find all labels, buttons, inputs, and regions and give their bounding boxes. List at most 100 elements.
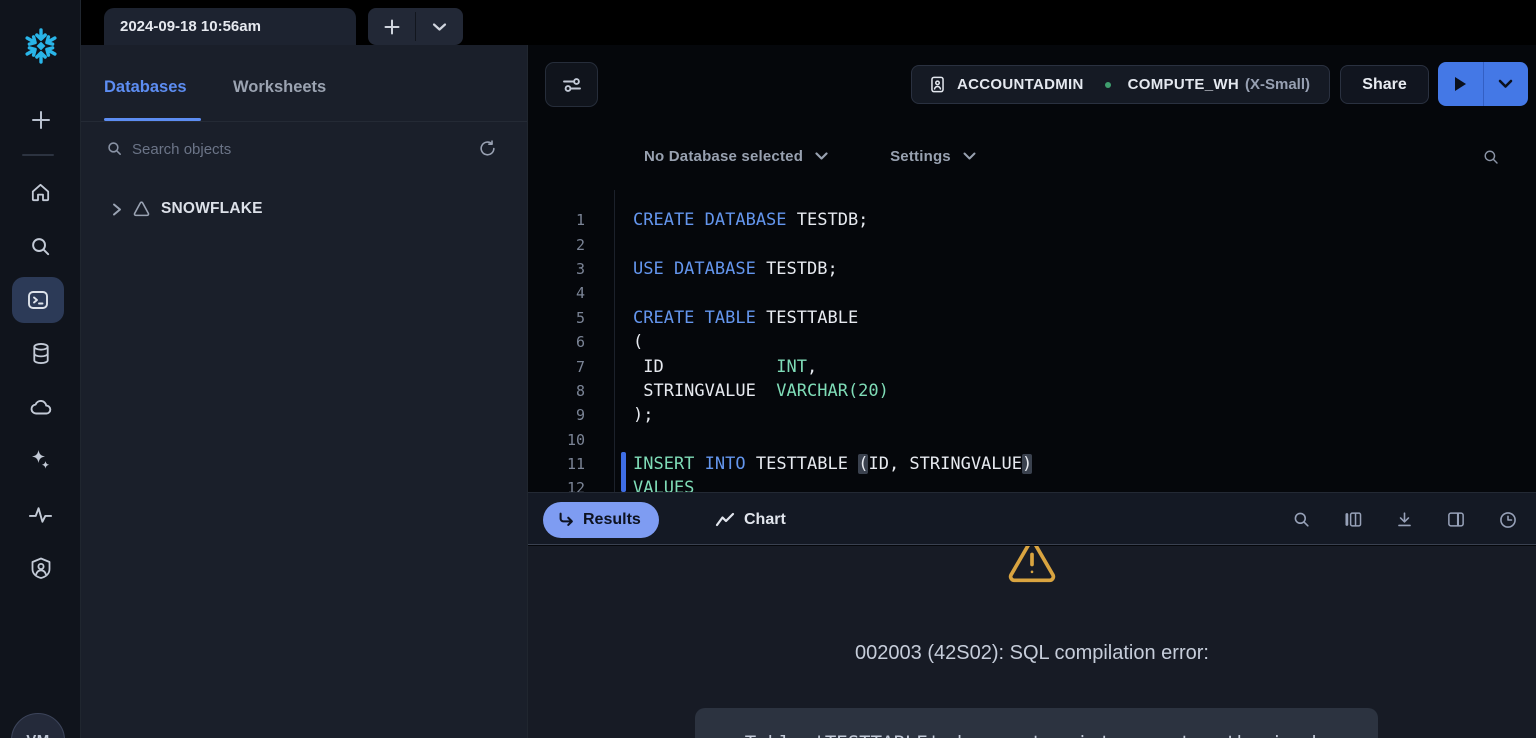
object-search [81, 133, 527, 167]
code-line: 4 [528, 281, 1536, 305]
warning-icon-wrap [528, 546, 1536, 585]
code-line: 9); [528, 403, 1536, 427]
code-line: 12 VALUES [528, 476, 1536, 492]
editor-column: ACCOUNTADMIN COMPUTE_WH (X-Small) Share … [528, 45, 1536, 738]
line-number: 10 [528, 431, 585, 449]
error-message-box: Table 'TESTTABLE' does not exist or not … [695, 708, 1378, 738]
code-line: 5 CREATE TABLE TESTTABLE [528, 306, 1536, 330]
chevron-down-icon [815, 152, 828, 161]
download-icon [1395, 510, 1414, 529]
history-clock-icon [1498, 510, 1518, 530]
database-object-icon [131, 199, 152, 220]
code-line-text: USE DATABASE TESTDB; [633, 259, 838, 279]
line-number: 7 [528, 358, 585, 376]
tab-bar: 2024-09-18 10:56am [81, 0, 1536, 45]
line-number: 8 [528, 382, 585, 400]
line-number: 11 [528, 455, 585, 473]
chevron-down-icon [432, 22, 447, 32]
activity-icon [28, 504, 53, 526]
settings-dropdown[interactable]: Settings [890, 148, 976, 165]
code-line-text: ID INT, [633, 357, 817, 377]
layout-split-icon [1446, 510, 1466, 529]
code-line-text: ); [633, 405, 653, 425]
tree-item-label: SNOWFLAKE [161, 200, 263, 218]
code-line-text: CREATE DATABASE TESTDB; [633, 210, 868, 230]
results-search-button[interactable] [1292, 510, 1311, 529]
database-selector[interactable]: No Database selected [644, 148, 828, 165]
home-icon [29, 181, 52, 204]
code-line-text: CREATE TABLE TESTTABLE [633, 308, 858, 328]
id-badge-icon [928, 75, 947, 94]
play-icon [1452, 75, 1468, 93]
results-toolbar [1292, 493, 1518, 546]
code-line-text: VALUES [633, 478, 694, 492]
sidebar-item-ai[interactable] [0, 448, 81, 472]
sidebar-item-home[interactable] [0, 181, 81, 204]
run-button[interactable] [1438, 62, 1483, 106]
tree-item-snowflake[interactable]: SNOWFLAKE [81, 195, 527, 223]
run-options-button[interactable] [1484, 62, 1529, 106]
layout-split-button[interactable] [1446, 510, 1466, 529]
new-tab-button[interactable] [368, 8, 415, 45]
chevron-down-icon [963, 152, 976, 161]
search-icon [29, 235, 52, 258]
snowflake-logo[interactable] [0, 26, 81, 66]
results-tab-label: Results [583, 511, 641, 529]
sidebar-item-admin[interactable] [0, 556, 81, 580]
new-worksheet-button[interactable] [0, 109, 81, 131]
search-icon [1482, 148, 1500, 166]
sidebar-item-cloud[interactable] [0, 396, 81, 418]
results-tab[interactable]: Results [543, 502, 659, 538]
chevron-down-icon [1498, 79, 1513, 89]
refresh-icon[interactable] [478, 139, 497, 158]
code-editor[interactable]: 1CREATE DATABASE TESTDB;23USE DATABASE T… [528, 190, 1536, 492]
snowsight-app: VM 2024-09-18 10:56am Databases Workshee… [0, 0, 1536, 738]
sidebar-item-search[interactable] [0, 235, 81, 258]
line-number: 5 [528, 309, 585, 327]
sidebar-item-worksheets[interactable] [12, 277, 64, 323]
code-line-text: INSERT INTO TESTTABLE (ID, STRINGVALUE) [633, 454, 1032, 474]
worksheet-tab[interactable]: 2024-09-18 10:56am [104, 8, 356, 45]
tab-list-button[interactable] [416, 8, 463, 45]
code-line: 1CREATE DATABASE TESTDB; [528, 208, 1536, 232]
object-panel: Databases Worksheets SNOWFLAKE [81, 45, 528, 738]
editor-search-button[interactable] [1482, 148, 1500, 166]
code-line: 11 INSERT INTO TESTTABLE (ID, STRINGVALUE… [528, 452, 1536, 476]
results-panel-header: Results Chart [528, 492, 1536, 545]
sidebar-item-activity[interactable] [0, 504, 81, 526]
sidebar: VM [0, 0, 81, 738]
history-button[interactable] [1498, 510, 1518, 530]
line-number: 12 [528, 479, 585, 492]
context-selector[interactable]: ACCOUNTADMIN COMPUTE_WH (X-Small) [911, 65, 1330, 104]
code-line-text: STRINGVALUE VARCHAR(20) [633, 381, 889, 401]
sliders-icon [561, 74, 583, 96]
code-line: 7 ID INT, [528, 354, 1536, 378]
chart-tab[interactable]: Chart [703, 502, 798, 538]
share-label: Share [1362, 76, 1406, 94]
tab-databases[interactable]: Databases [104, 78, 187, 97]
share-button[interactable]: Share [1340, 65, 1429, 104]
sidebar-divider [22, 154, 54, 156]
code-line: 10 [528, 428, 1536, 452]
status-dot [1105, 82, 1111, 88]
filters-button[interactable] [545, 62, 598, 107]
columns-button[interactable] [1343, 510, 1363, 529]
download-button[interactable] [1395, 510, 1414, 529]
plus-icon [30, 109, 52, 131]
user-avatar[interactable]: VM [11, 713, 65, 738]
editor-toolbar: ACCOUNTADMIN COMPUTE_WH (X-Small) Share [528, 45, 1536, 122]
warehouse-size: (X-Small) [1245, 76, 1310, 93]
tab-worksheets[interactable]: Worksheets [233, 78, 326, 97]
chevron-right-icon[interactable] [110, 203, 123, 216]
object-panel-tabs: Databases Worksheets [81, 45, 527, 122]
warning-triangle-icon [1006, 546, 1058, 585]
avatar-initials: VM [26, 732, 50, 738]
sidebar-item-data[interactable] [0, 342, 81, 365]
line-number: 9 [528, 406, 585, 424]
settings-label: Settings [890, 148, 951, 165]
active-tab-underline [104, 118, 201, 121]
line-number: 3 [528, 260, 585, 278]
search-input[interactable] [132, 135, 462, 163]
code-line: 6( [528, 330, 1536, 354]
line-number: 4 [528, 284, 585, 302]
